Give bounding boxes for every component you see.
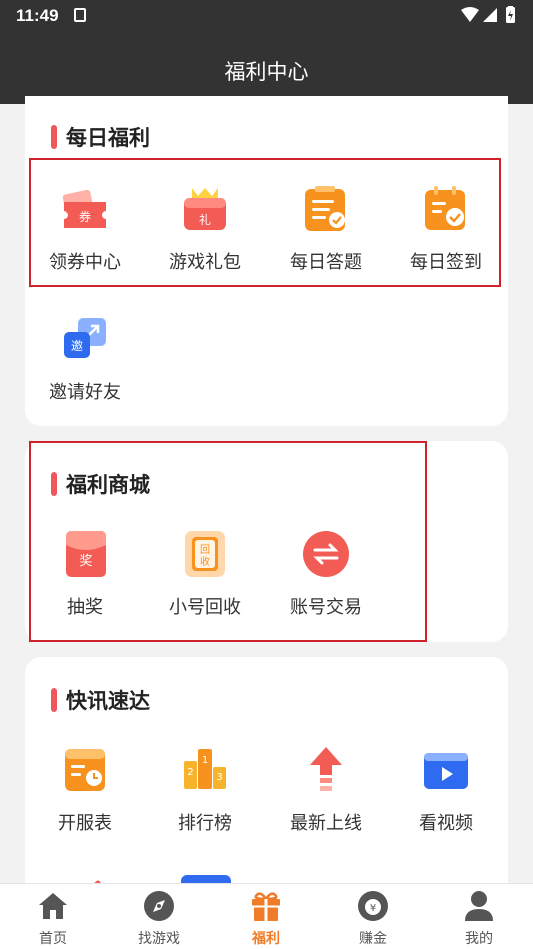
- user-icon: [463, 890, 495, 922]
- welfare-mall-highlight-box: [29, 441, 427, 642]
- news-express-card: 快讯速达 开服表 2 1 3 排行榜 最新上线 看视频: [25, 657, 508, 897]
- watch-video-item[interactable]: 看视频: [386, 745, 506, 835]
- server-schedule-icon: [60, 745, 110, 795]
- daily-welfare-highlight-box: [29, 158, 501, 287]
- invite-icon: 邀: [60, 314, 110, 364]
- money-bag-icon: ¥: [357, 890, 389, 922]
- svg-text:¥: ¥: [370, 903, 376, 914]
- status-bar: 11:49: [0, 0, 533, 30]
- server-schedule-label: 开服表: [58, 813, 112, 833]
- svg-text:1: 1: [202, 755, 208, 766]
- tab-home[interactable]: 首页: [0, 890, 106, 948]
- home-icon: [37, 890, 69, 922]
- tab-mine-label: 我的: [465, 930, 493, 946]
- tab-welfare-label: 福利: [252, 930, 280, 946]
- tab-welfare[interactable]: 福利: [213, 890, 319, 948]
- svg-text:3: 3: [216, 772, 222, 783]
- new-release-item[interactable]: 最新上线: [266, 745, 386, 835]
- ranking-icon: 2 1 3: [180, 745, 230, 795]
- invite-friends-item[interactable]: 邀 邀请好友: [25, 314, 145, 404]
- tab-earn-gold[interactable]: ¥ 赚金: [320, 890, 426, 948]
- page-title: 福利中心: [224, 61, 309, 84]
- daily-welfare-section-title: 每日福利: [51, 122, 150, 152]
- watch-video-label: 看视频: [419, 813, 473, 833]
- system-status-icons: [461, 6, 515, 23]
- ranking-item[interactable]: 2 1 3 排行榜: [145, 745, 265, 835]
- svg-text:邀: 邀: [71, 338, 83, 353]
- tab-find-games[interactable]: 找游戏: [106, 890, 212, 948]
- tab-find-games-label: 找游戏: [138, 930, 180, 946]
- compass-icon: [143, 890, 175, 922]
- news-express-section-title: 快讯速达: [51, 685, 150, 715]
- tab-earn-gold-label: 赚金: [359, 930, 387, 946]
- gift-icon: [250, 890, 282, 922]
- server-schedule-item[interactable]: 开服表: [25, 745, 145, 835]
- title-bar: 福利中心: [0, 30, 533, 104]
- video-icon: [421, 745, 471, 795]
- invite-friends-label: 邀请好友: [49, 382, 121, 402]
- ranking-label: 排行榜: [178, 813, 232, 833]
- tab-mine[interactable]: 我的: [426, 890, 532, 948]
- new-release-icon: [301, 745, 351, 795]
- svg-text:2: 2: [187, 767, 193, 778]
- section-accent-bar: [51, 688, 57, 712]
- section-accent-bar: [51, 125, 57, 149]
- bottom-tab-bar: 首页 找游戏 福利 ¥ 赚金 我的: [0, 883, 533, 949]
- tab-home-label: 首页: [39, 930, 67, 946]
- new-release-label: 最新上线: [290, 813, 362, 833]
- news-express-title: 快讯速达: [66, 690, 150, 713]
- daily-welfare-title: 每日福利: [66, 127, 150, 150]
- status-time: 11:49: [16, 6, 59, 25]
- notification-icon: [74, 8, 86, 22]
